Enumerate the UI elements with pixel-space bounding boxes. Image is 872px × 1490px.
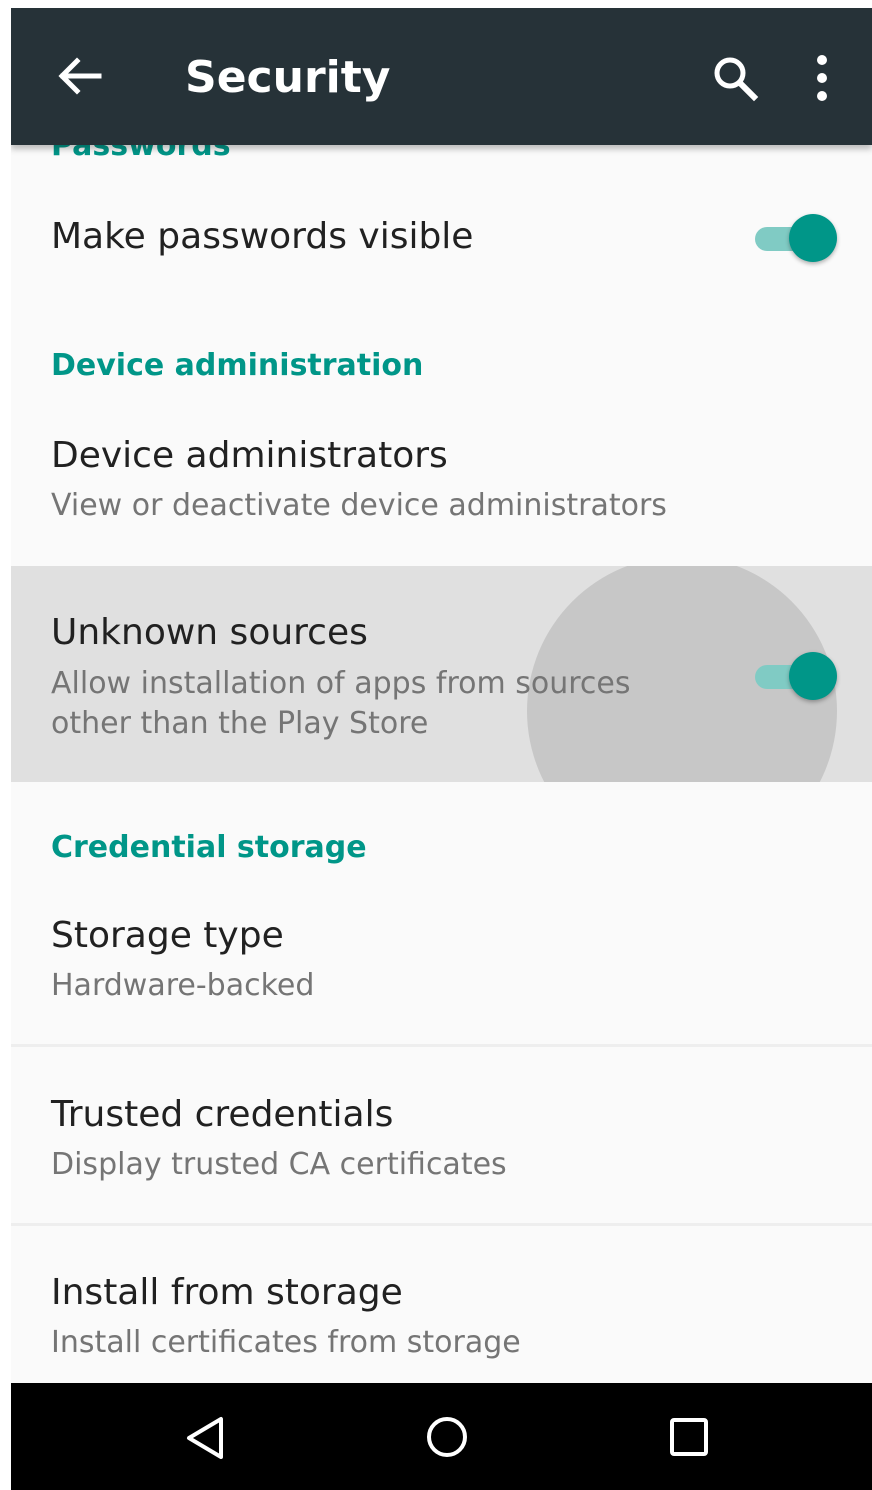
more-options-button[interactable] [807,50,837,106]
unknown-sources-switch[interactable] [755,652,837,700]
setting-title: Device administrators [51,435,448,476]
setting-title: Trusted credentials [51,1094,394,1135]
system-nav-bar [11,1383,872,1490]
setting-install-from-storage[interactable]: Install from storage Install certificate… [11,1226,872,1383]
setting-subtitle: Allow installation of apps from sources … [51,666,631,741]
search-button[interactable] [707,50,763,106]
arrow-back-icon [58,57,102,95]
switch-thumb [789,214,837,262]
setting-subtitle: Hardware-backed [51,968,315,1003]
setting-title: Storage type [51,915,284,956]
setting-title: Make passwords visible [51,216,474,257]
nav-home-icon [427,1417,467,1457]
nav-recents-icon [670,1418,708,1456]
more-vert-icon [817,55,827,101]
section-header-credential-storage: Credential storage [51,830,367,865]
setting-subtitle: Install certificates from storage [51,1325,521,1360]
back-button[interactable] [51,48,107,104]
section-header-device-administration: Device administration [51,348,424,383]
setting-unknown-sources[interactable]: Unknown sources Allow installation of ap… [11,566,872,782]
nav-home-button[interactable] [425,1415,469,1459]
page-title: Security [185,52,391,103]
setting-subtitle: View or deactivate device administrators [51,488,667,523]
setting-subtitle: Display trusted CA certificates [51,1147,507,1182]
switch-thumb [789,652,837,700]
search-icon [714,57,759,102]
setting-title: Unknown sources [51,612,368,653]
setting-make-passwords-visible[interactable]: Make passwords visible [11,178,872,298]
setting-storage-type[interactable]: Storage type Hardware-backed [11,898,872,1044]
nav-back-icon [187,1417,223,1459]
app-bar: Security [11,8,872,145]
nav-recents-button[interactable] [667,1415,711,1459]
setting-device-administrators[interactable]: Device administrators View or deactivate… [11,418,872,566]
settings-list[interactable]: Passwords Make passwords visible Device … [11,8,872,1383]
nav-back-button[interactable] [181,1413,231,1463]
setting-title: Install from storage [51,1272,403,1313]
make-passwords-visible-switch[interactable] [755,214,837,262]
security-settings-screen: Security Passwords Make passwords visibl… [11,8,872,1490]
setting-trusted-credentials[interactable]: Trusted credentials Display trusted CA c… [11,1047,872,1223]
